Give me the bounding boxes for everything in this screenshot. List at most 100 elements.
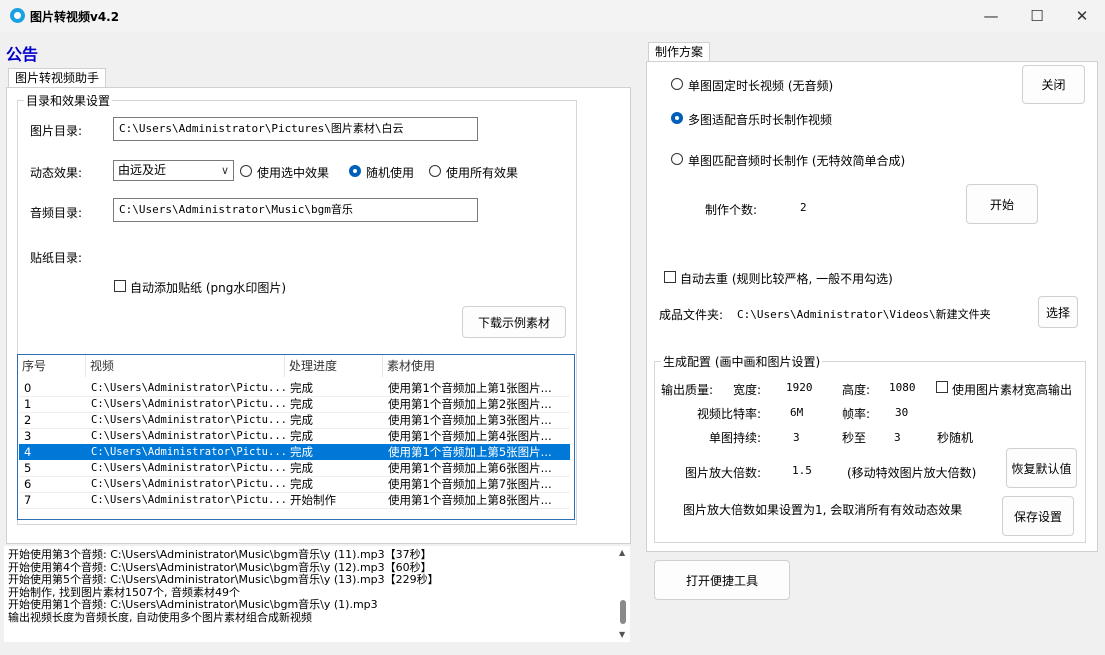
choose-folder-button[interactable]: 选择 (1038, 296, 1078, 328)
dedupe-checkbox[interactable] (664, 271, 676, 283)
radio-multi-music-label: 多图适配音乐时长制作视频 (688, 113, 833, 127)
table-row[interactable]: 3 C:\Users\Administrator\Pictu... 完成 使用第1个音… (19, 428, 570, 444)
row-divider (19, 508, 570, 509)
count-value[interactable]: 2 (800, 201, 807, 214)
scroll-thumb[interactable] (620, 600, 626, 624)
cell-no: 6 (24, 477, 32, 491)
table-row[interactable]: 0 C:\Users\Administrator\Pictu... 完成 使用第1个音… (19, 380, 570, 396)
table-row[interactable]: 5 C:\Users\Administrator\Pictu... 完成 使用第1个音… (19, 460, 570, 476)
width-value[interactable]: 1920 (786, 381, 813, 394)
col-header-usage[interactable]: 素材使用 (383, 355, 573, 377)
minimize-icon[interactable]: — (968, 0, 1014, 32)
tab-image-to-video[interactable]: 图片转视频助手 (8, 68, 107, 88)
cell-progress: 完成 (290, 413, 313, 427)
auto-sticker-checkbox[interactable] (114, 280, 126, 292)
scroll-down-icon[interactable]: ▼ (619, 630, 625, 639)
fps-value[interactable]: 30 (895, 406, 908, 419)
table-row[interactable]: 2 C:\Users\Administrator\Pictu... 完成 使用第1个音… (19, 412, 570, 428)
col-header-video[interactable]: 视频 (86, 355, 285, 377)
duration-label: 单图持续: (709, 431, 762, 445)
height-value[interactable]: 1080 (889, 381, 916, 394)
count-label: 制作个数: (705, 203, 758, 217)
duration-max-value[interactable]: 3 (894, 431, 901, 444)
effect-select-value: 由远及近 (118, 163, 167, 177)
cell-video: C:\Users\Administrator\Pictu... (91, 478, 285, 490)
cell-video: C:\Users\Administrator\Pictu... (91, 494, 285, 506)
chevron-down-icon: ∨ (220, 164, 229, 177)
zoom-value[interactable]: 1.5 (792, 464, 812, 477)
radio-all-effects[interactable] (429, 165, 441, 177)
auto-sticker-label: 自动添加贴纸 (png水印图片) (130, 281, 287, 295)
start-button[interactable]: 开始 (966, 184, 1038, 224)
quality-label: 输出质量: (661, 383, 714, 397)
radio-random[interactable] (349, 165, 361, 177)
audio-dir-label: 音频目录: (30, 206, 83, 220)
cell-no: 7 (24, 493, 32, 507)
log-line: 开始使用第5个音频: C:\Users\Administrator\Music\… (8, 573, 439, 586)
table-row[interactable]: 1 C:\Users\Administrator\Pictu... 完成 使用第1个音… (19, 396, 570, 412)
use-image-size-checkbox[interactable] (936, 381, 948, 393)
notice-label: 公告 (6, 45, 39, 64)
table-row[interactable]: 6 C:\Users\Administrator\Pictu... 完成 使用第1个音… (19, 476, 570, 492)
cell-usage: 使用第1个音频加上第8张图片... (388, 493, 552, 507)
height-label: 高度: (842, 383, 871, 397)
radio-single-audio-label: 单图匹配音频时长制作 (无特效简单合成) (688, 154, 906, 168)
zoom-warning-note: 图片放大倍数如果设置为1, 会取消所有有效动态效果 (683, 503, 963, 517)
log-line: 开始使用第3个音频: C:\Users\Administrator\Music\… (8, 548, 432, 561)
download-sample-button[interactable]: 下载示例素材 (462, 306, 566, 338)
log-line: 开始使用第4个音频: C:\Users\Administrator\Music\… (8, 560, 432, 574)
cell-video: C:\Users\Administrator\Pictu... (91, 462, 285, 474)
use-image-size-label: 使用图片素材宽高输出 (952, 383, 1073, 397)
radio-selected-effect[interactable] (240, 165, 252, 177)
tab-production-plan[interactable]: 制作方案 (648, 42, 711, 62)
cell-video: C:\Users\Administrator\Pictu... (91, 382, 285, 394)
cell-usage: 使用第1个音频加上第7张图片... (388, 477, 552, 491)
bitrate-value[interactable]: 6M (790, 406, 803, 419)
radio-random-label: 随机使用 (366, 166, 415, 180)
cell-video: C:\Users\Administrator\Pictu... (91, 446, 285, 458)
col-header-no[interactable]: 序号 (18, 355, 86, 377)
cell-progress: 完成 (290, 397, 313, 411)
effect-select[interactable]: 由远及近 ∨ (113, 160, 234, 181)
duration-min-value[interactable]: 3 (793, 431, 800, 444)
task-table: 序号 视频 处理进度 素材使用 0 C:\Users\Administrator\… (17, 354, 575, 520)
log-output[interactable]: 开始使用第3个音频: C:\Users\Administrator\Music\… (4, 546, 630, 642)
radio-single-audio[interactable] (671, 153, 683, 165)
width-label: 宽度: (733, 383, 762, 397)
audio-dir-input[interactable]: C:\Users\Administrator\Music\bgm音乐 (113, 198, 478, 222)
radio-all-effects-label: 使用所有效果 (446, 166, 519, 180)
cell-no: 2 (24, 413, 32, 427)
radio-single-fixed[interactable] (671, 78, 683, 90)
col-header-progress[interactable]: 处理进度 (285, 355, 383, 377)
table-row[interactable]: 4 C:\Users\Administrator\Pictu... 完成 使用第1个音… (19, 444, 570, 460)
cell-progress: 开始制作 (290, 493, 336, 507)
dedupe-label: 自动去重 (规则比较严格, 一般不用勾选) (680, 272, 893, 286)
cell-video: C:\Users\Administrator\Pictu... (91, 430, 285, 442)
zoom-note: (移动特效图片放大倍数) (847, 466, 977, 480)
maximize-icon[interactable]: ☐ (1014, 0, 1060, 32)
scroll-up-icon[interactable]: ▲ (619, 548, 625, 557)
sec-to-label: 秒至 (842, 431, 867, 445)
close-button[interactable]: 关闭 (1022, 65, 1085, 104)
save-settings-button[interactable]: 保存设置 (1002, 496, 1074, 536)
cell-no: 0 (24, 381, 32, 395)
window-title: 图片转视频v4.2 (30, 10, 120, 24)
table-row[interactable]: 7 C:\Users\Administrator\Pictu... 开始制作 使用第1… (19, 492, 570, 508)
cell-video: C:\Users\Administrator\Pictu... (91, 414, 285, 426)
cell-no: 3 (24, 429, 32, 443)
close-window-icon[interactable]: ✕ (1059, 0, 1105, 32)
radio-single-fixed-label: 单图固定时长视频 (无音频) (688, 79, 834, 93)
log-line: 输出视频长度为音频长度, 自动使用多个图片素材组合成新视频 (8, 610, 312, 624)
cell-usage: 使用第1个音频加上第4张图片... (388, 429, 552, 443)
image-dir-input[interactable]: C:\Users\Administrator\Pictures\图片素材\白云 (113, 117, 478, 141)
cell-progress: 完成 (290, 461, 313, 475)
log-scrollbar[interactable]: ▲ ▼ (618, 548, 629, 642)
cell-progress: 完成 (290, 429, 313, 443)
sticker-dir-label: 贴纸目录: (30, 251, 83, 265)
open-quick-tools-button[interactable]: 打开便捷工具 (654, 560, 790, 600)
radio-multi-music[interactable] (671, 112, 683, 124)
cell-usage: 使用第1个音频加上第2张图片... (388, 397, 552, 411)
cell-no: 4 (24, 445, 32, 459)
restore-defaults-button[interactable]: 恢复默认值 (1006, 448, 1077, 488)
output-dir-label: 成品文件夹: (659, 308, 724, 322)
